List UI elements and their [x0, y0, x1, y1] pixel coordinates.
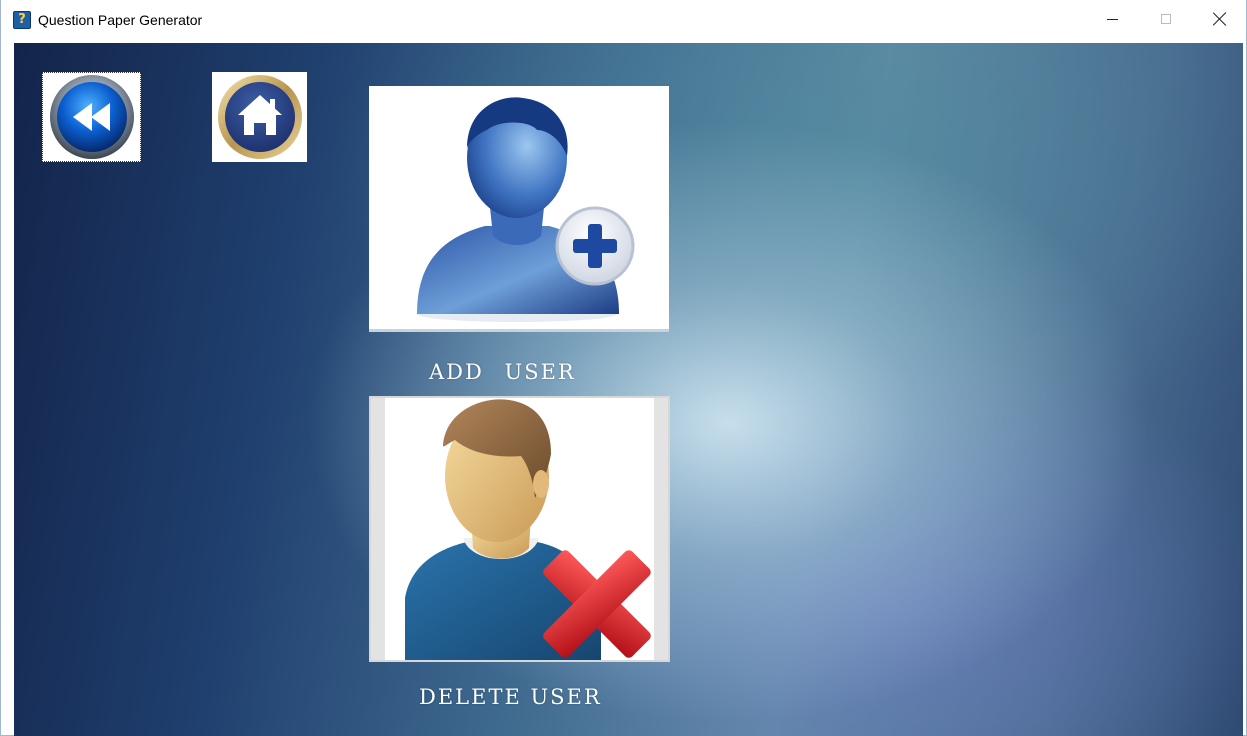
app-icon: ? [13, 11, 31, 29]
window-title: Question Paper Generator [38, 12, 203, 28]
add-user-icon [417, 97, 635, 322]
maximize-button[interactable] [1143, 0, 1189, 38]
title-bar[interactable]: ? Question Paper Generator [1, 0, 1246, 38]
minimize-button[interactable] [1089, 0, 1135, 38]
delete-user-label: DELETE USER [419, 685, 602, 709]
rewind-icon [49, 75, 134, 159]
home-button[interactable] [212, 72, 307, 162]
close-button[interactable] [1197, 0, 1243, 38]
home-icon [217, 75, 302, 159]
app-window: ? Question Paper Generator ADD USER DELE… [0, 0, 1247, 736]
maximize-icon [1161, 14, 1171, 24]
delete-user-button[interactable] [369, 396, 670, 662]
add-user-button[interactable] [369, 86, 669, 332]
delete-user-icon [405, 399, 651, 660]
minimize-icon [1106, 18, 1118, 20]
add-user-label: ADD USER [429, 360, 576, 384]
back-button[interactable] [42, 72, 141, 162]
close-icon [1213, 12, 1227, 26]
